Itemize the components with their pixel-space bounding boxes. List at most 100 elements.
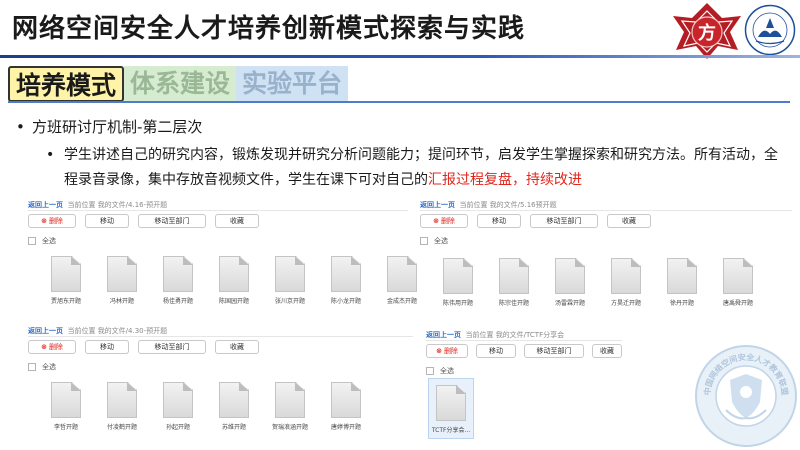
file-toolbar: ⊗ 删除 移动 移动至部门 收藏: [28, 214, 268, 228]
document-icon: [443, 258, 473, 294]
move-dept-button[interactable]: 移动至部门: [138, 340, 206, 354]
document-icon: [667, 258, 697, 294]
document-icon: [331, 256, 361, 292]
select-all-row: 全选: [28, 236, 56, 246]
collect-button[interactable]: 收藏: [592, 344, 622, 358]
title-bar: 网络空间安全人才培养创新模式探索与实践 方: [0, 0, 800, 59]
file-item[interactable]: 陈宗佳开题: [486, 258, 542, 307]
file-item[interactable]: 陈国园开题: [206, 256, 262, 305]
collect-button[interactable]: 收藏: [215, 214, 259, 228]
section-tabs: 培养模式 体系建设 实验平台: [8, 66, 349, 102]
document-icon: [219, 256, 249, 292]
file-item[interactable]: 汤雷霖开题: [542, 258, 598, 307]
back-link[interactable]: 返回上一页: [420, 201, 455, 209]
back-link[interactable]: 返回上一页: [426, 331, 461, 339]
file-item[interactable]: 苏维开题: [206, 382, 262, 431]
tab-system-building[interactable]: 体系建设: [124, 66, 237, 102]
delete-button[interactable]: ⊗ 删除: [28, 214, 76, 228]
move-dept-button[interactable]: 移动至部门: [530, 214, 598, 228]
file-item[interactable]: 杨佳勇开题: [150, 256, 206, 305]
file-item-selected[interactable]: TCTF分享会...: [428, 378, 474, 439]
file-name: 汤雷霖开题: [554, 300, 585, 307]
file-item[interactable]: 陈伟用开题: [430, 258, 486, 307]
document-icon: [436, 385, 466, 421]
file-item[interactable]: 方昊迁开题: [598, 258, 654, 307]
select-all-checkbox[interactable]: [28, 237, 36, 245]
file-item[interactable]: 唐禹舜开题: [710, 258, 766, 307]
file-name: 陈宗佳开题: [498, 300, 529, 307]
file-toolbar: ⊗ 删除 移动 移动至部门 收藏: [420, 214, 660, 228]
move-button[interactable]: 移动: [476, 344, 516, 358]
file-item[interactable]: 徐丹开题: [654, 258, 710, 307]
file-name: 孙起开题: [165, 424, 190, 431]
tab-lab-platform[interactable]: 实验平台: [236, 66, 349, 102]
document-icon: [331, 382, 361, 418]
document-icon: [107, 382, 137, 418]
select-all-checkbox[interactable]: [420, 237, 428, 245]
location-path: 我的文件/4.16-预开题: [97, 201, 168, 209]
tab-training-mode[interactable]: 培养模式: [8, 66, 125, 102]
file-grid: 李哲开题 付凌鹤开题 孙起开题 苏维开题 贺瑞浪涵开题 唐婷博开题: [38, 382, 374, 431]
select-all-checkbox[interactable]: [426, 367, 434, 375]
file-item[interactable]: 陈小龙开题: [318, 256, 374, 305]
document-icon: [51, 382, 81, 418]
trash-icon: ⊗: [433, 217, 439, 225]
delete-button[interactable]: ⊗ 删除: [426, 344, 468, 358]
move-dept-button[interactable]: 移动至部门: [524, 344, 584, 358]
file-item[interactable]: 唐婷博开题: [318, 382, 374, 431]
file-name: 陈小龙开题: [330, 298, 361, 305]
file-grid: 陈伟用开题 陈宗佳开题 汤雷霖开题 方昊迁开题 徐丹开题 唐禹舜开题: [430, 258, 766, 307]
move-button[interactable]: 移动: [477, 214, 521, 228]
delete-button[interactable]: ⊗ 删除: [420, 214, 468, 228]
file-nav-row: 返回上一页 当前位置 我的文件/TCTF分享会: [426, 330, 564, 340]
file-item[interactable]: 贾旭东开题: [38, 256, 94, 305]
panel-divider: [28, 210, 408, 211]
file-nav-row: 返回上一页 当前位置 我的文件/4.16-预开题: [28, 200, 167, 210]
panel-divider: [28, 336, 413, 337]
file-item[interactable]: 冯林开题: [94, 256, 150, 305]
file-grid: TCTF分享会...: [428, 378, 474, 439]
move-button[interactable]: 移动: [85, 340, 129, 354]
document-icon: [163, 256, 193, 292]
file-item[interactable]: 孙起开题: [150, 382, 206, 431]
panel-divider: [420, 210, 792, 211]
title-divider: [0, 55, 800, 58]
file-name: 徐丹开题: [669, 300, 694, 307]
file-name: 冯林开题: [109, 298, 134, 305]
location-label: 当前位置: [459, 201, 488, 209]
bullet-level-2: • 学生讲述自己的研究内容，锻炼发现并研究分析问题能力；提问环节，启发学生掌握探…: [46, 143, 790, 193]
back-link[interactable]: 返回上一页: [28, 201, 63, 209]
bullet-dot-icon: •: [16, 118, 25, 136]
select-all-label: 全选: [440, 367, 454, 375]
page-title: 网络空间安全人才培养创新模式探索与实践: [12, 14, 526, 44]
file-item[interactable]: 贺瑞浪涵开题: [262, 382, 318, 431]
bullet-level-1: • 方班研讨厅机制-第二层次: [16, 116, 202, 137]
file-name: 贺瑞浪涵开题: [271, 424, 308, 431]
back-link[interactable]: 返回上一页: [28, 327, 63, 335]
location-label: 当前位置: [67, 327, 96, 335]
bullet-level-2-text: 学生讲述自己的研究内容，锻炼发现并研究分析问题能力；提问环节，启发学生掌握探索和…: [64, 147, 778, 188]
file-grid: 贾旭东开题 冯林开题 杨佳勇开题 陈国园开题 张川京开题 陈小龙开题 金成杰开题: [38, 256, 430, 305]
file-name: 贾旭东开题: [50, 298, 81, 305]
file-name: 付凌鹤开题: [106, 424, 137, 431]
file-item[interactable]: 张川京开题: [262, 256, 318, 305]
delete-button[interactable]: ⊗ 删除: [28, 340, 76, 354]
move-dept-button[interactable]: 移动至部门: [138, 214, 206, 228]
select-all-label: 全选: [42, 237, 56, 245]
file-panel-1: 返回上一页 当前位置 我的文件/4.16-预开题 ⊗ 删除 移动 移动至部门 收藏…: [28, 200, 417, 310]
collect-button[interactable]: 收藏: [215, 340, 259, 354]
collect-button[interactable]: 收藏: [607, 214, 651, 228]
move-button[interactable]: 移动: [85, 214, 129, 228]
file-item[interactable]: 李哲开题: [38, 382, 94, 431]
bullet-highlight-text: 汇报过程复盘，持续改进: [428, 172, 582, 188]
trash-icon: ⊗: [41, 217, 47, 225]
document-icon: [499, 258, 529, 294]
file-toolbar: ⊗ 删除 移动 移动至部门 收藏: [28, 340, 268, 354]
file-nav-row: 返回上一页 当前位置 我的文件/4.30-预开题: [28, 326, 167, 336]
file-item[interactable]: 付凌鹤开题: [94, 382, 150, 431]
panel-divider: [426, 340, 622, 341]
file-name: 杨佳勇开题: [162, 298, 193, 305]
select-all-checkbox[interactable]: [28, 363, 36, 371]
file-toolbar: ⊗ 删除 移动 移动至部门 收藏: [426, 344, 622, 358]
file-nav-row: 返回上一页 当前位置 我的文件/5.16预开题: [420, 200, 557, 210]
